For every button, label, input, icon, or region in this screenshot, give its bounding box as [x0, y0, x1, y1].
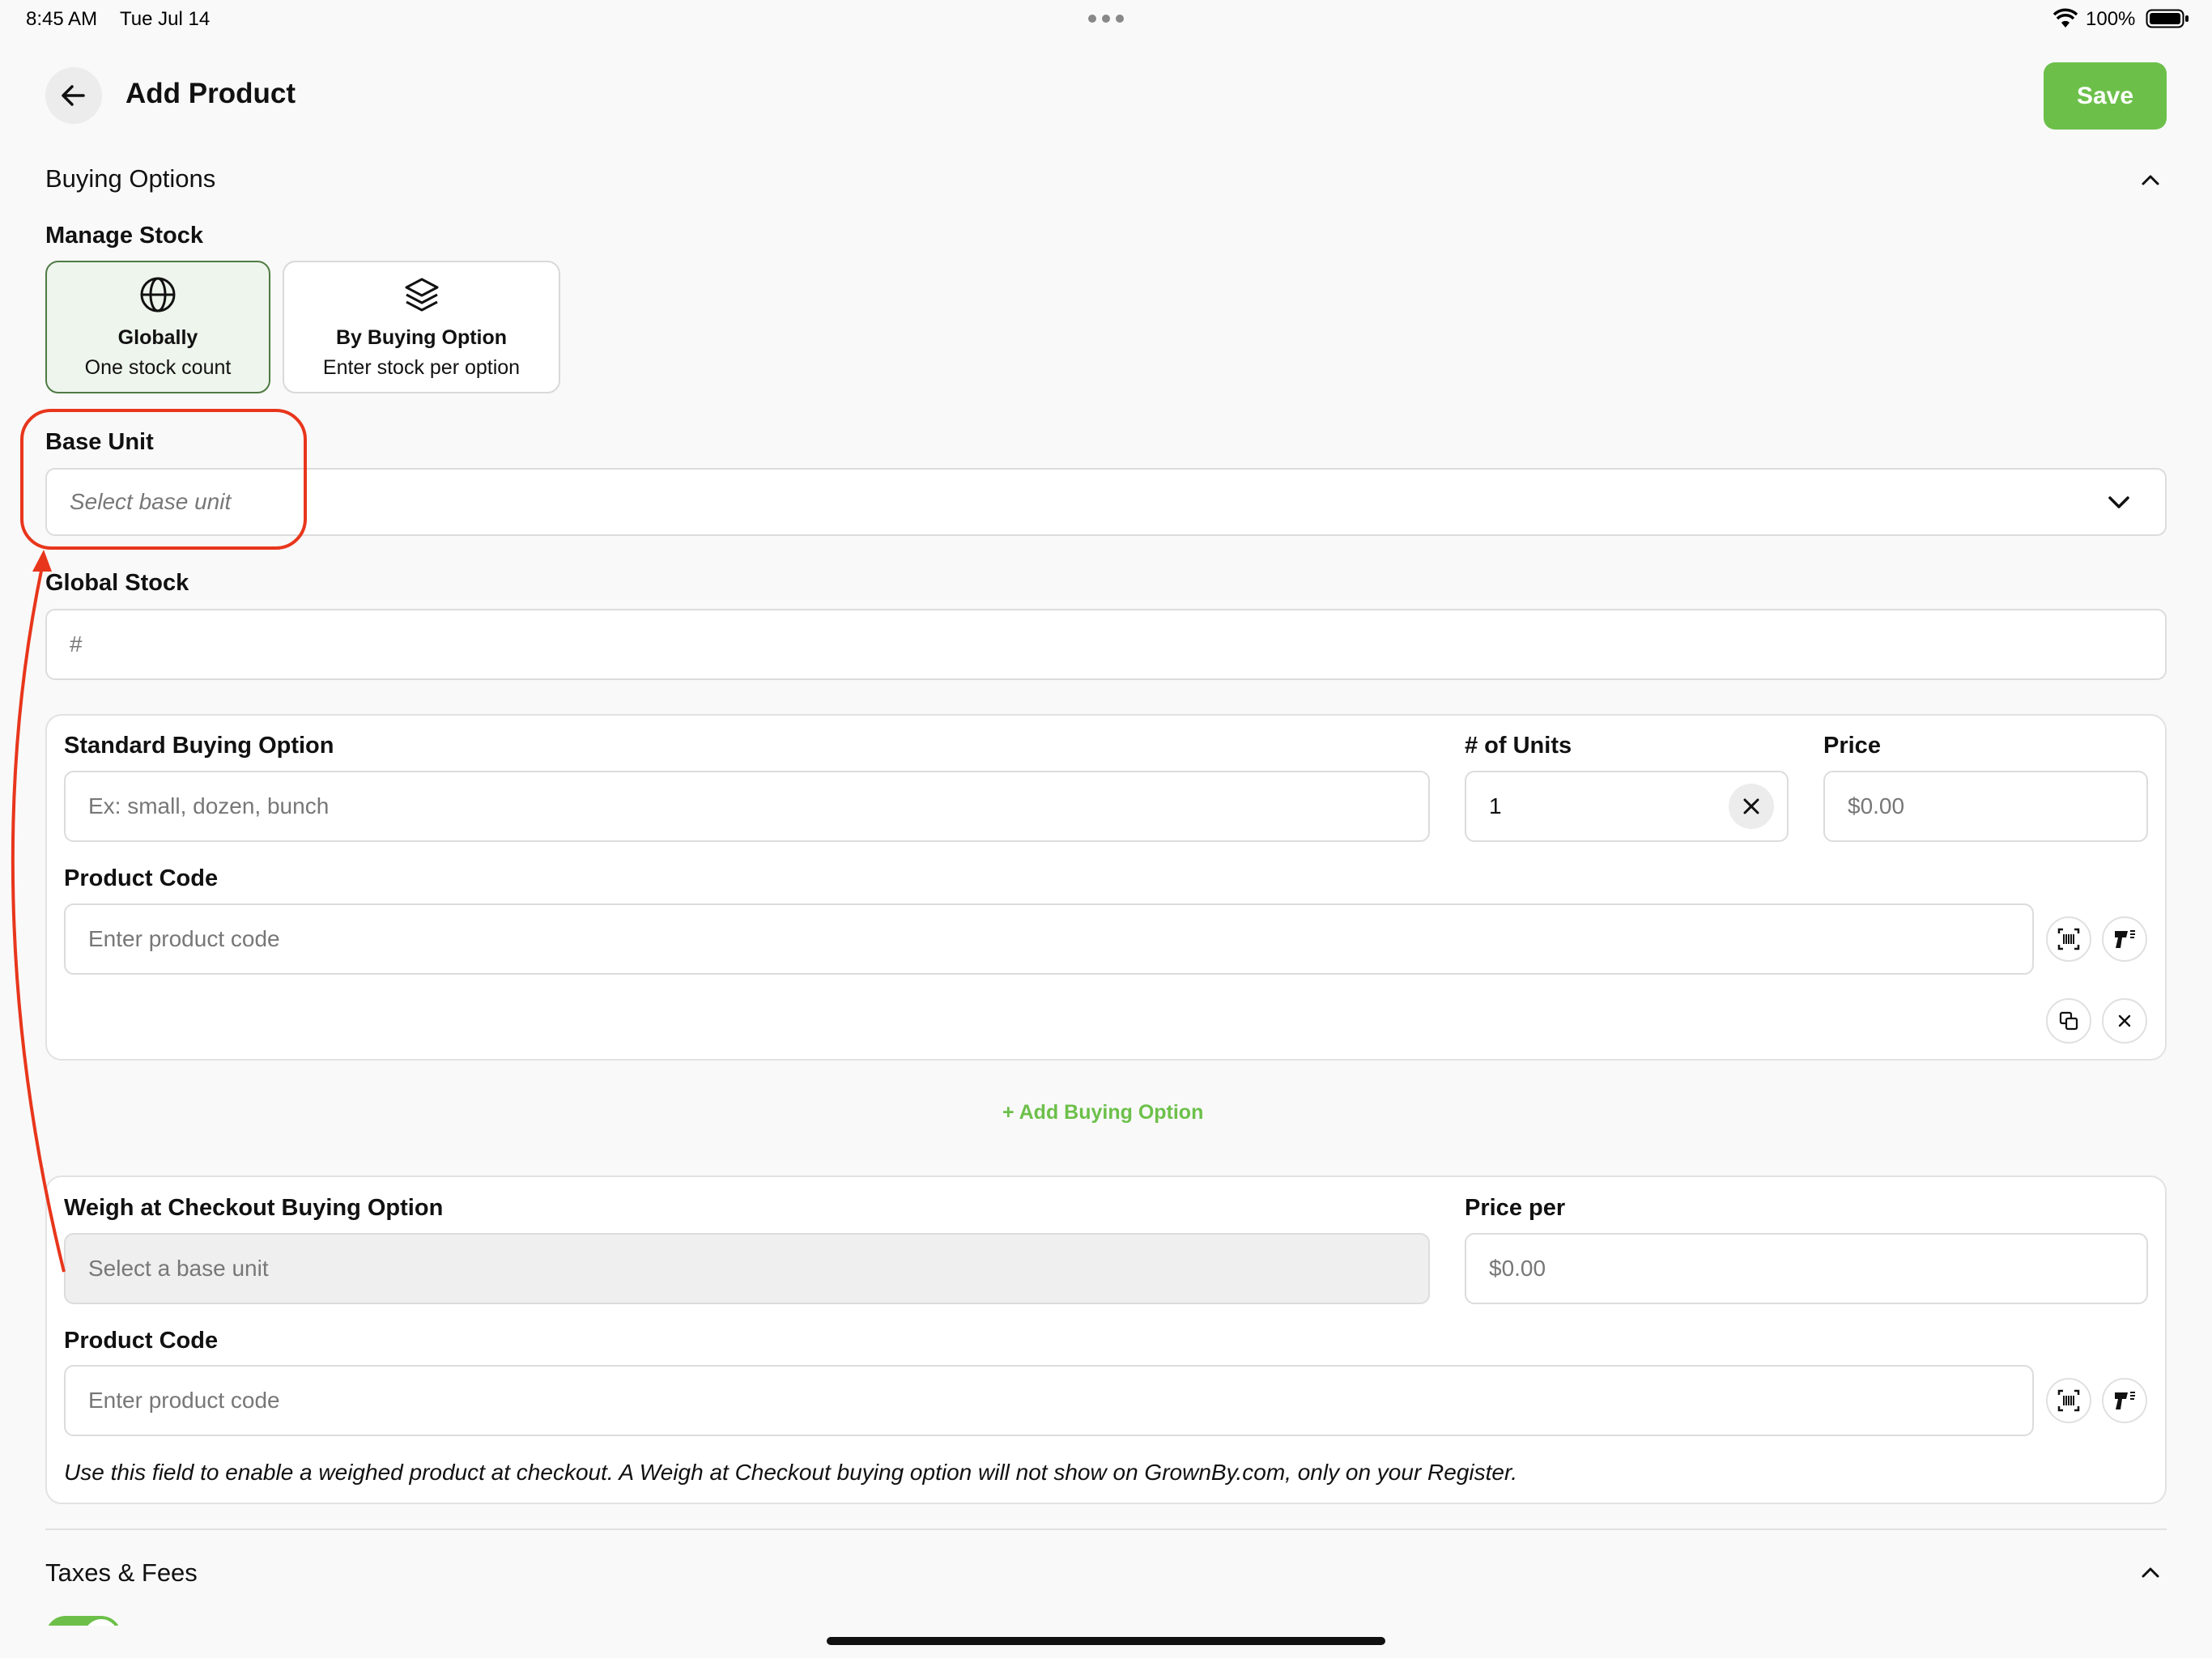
annotation-arrowhead: [32, 550, 52, 572]
annotation-arrow-line: [11, 566, 66, 1273]
annotation-overlay: [11, 409, 307, 1273]
annotation-highlight-box: [20, 409, 307, 550]
